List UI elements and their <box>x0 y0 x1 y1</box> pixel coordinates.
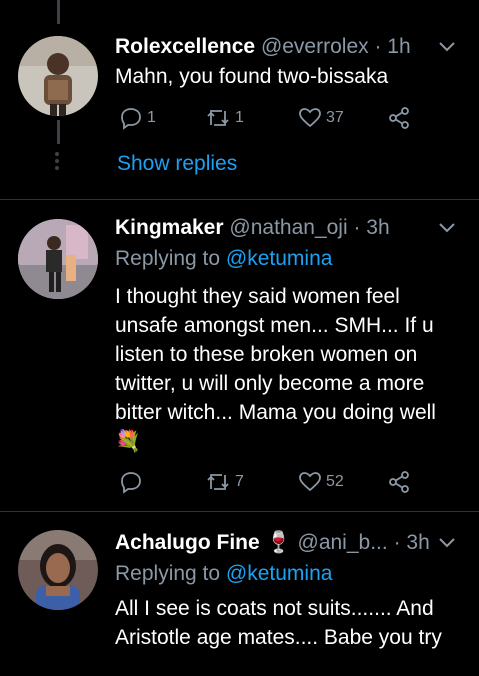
thread-line <box>57 0 60 24</box>
heart-icon <box>299 108 321 128</box>
reply-icon <box>121 108 141 130</box>
retweet-count: 1 <box>235 109 244 126</box>
display-name[interactable]: Achalugo Fine 🍷 <box>115 531 292 554</box>
replying-to-handle[interactable]: @ketumina <box>226 247 333 270</box>
like-button[interactable]: 52 <box>298 468 344 496</box>
share-button[interactable] <box>387 104 411 132</box>
replying-to: Replying to @ketumina <box>115 245 332 273</box>
share-icon <box>389 107 409 129</box>
reply-count: 1 <box>147 109 156 126</box>
tweet-1[interactable]: Rolexcellence @everrolex · 1h Mahn, you … <box>0 0 479 200</box>
retweet-icon <box>207 474 229 490</box>
share-icon <box>389 471 409 493</box>
tweet-header: Kingmaker @nathan_oji · 3h <box>115 214 463 242</box>
replying-prefix: Replying to <box>115 562 221 585</box>
heart-icon <box>299 472 321 492</box>
handle[interactable]: @ani_b... <box>298 531 388 554</box>
tweet-text: All I see is coats not suits....... And … <box>115 597 442 649</box>
reply-button[interactable] <box>119 468 143 496</box>
like-count: 52 <box>326 473 344 490</box>
tweet-text: Mahn, you found two-bissaka <box>115 65 389 88</box>
tweet-header: Rolexcellence @everrolex · 1h <box>115 33 463 61</box>
thread-dots <box>55 152 59 173</box>
like-count: 37 <box>326 109 344 126</box>
avatar[interactable] <box>18 530 98 610</box>
tweet-2[interactable]: Kingmaker @nathan_oji · 3h Replying to @… <box>0 200 479 510</box>
like-button[interactable]: 37 <box>298 104 344 132</box>
replying-to-handle[interactable]: @ketumina <box>226 562 333 585</box>
avatar[interactable] <box>18 219 98 299</box>
share-button[interactable] <box>387 468 411 496</box>
reply-button[interactable]: 1 <box>119 104 156 132</box>
retweet-button[interactable]: 7 <box>205 468 244 496</box>
timestamp[interactable]: · 1h <box>374 35 410 58</box>
tweet-actions: 1 1 37 <box>115 104 415 132</box>
replying-prefix: Replying to <box>115 247 221 270</box>
tweet-actions: 7 52 <box>115 468 415 496</box>
retweet-button[interactable]: 1 <box>205 104 244 132</box>
retweet-icon <box>207 110 229 126</box>
avatar[interactable] <box>18 36 98 116</box>
chevron-down-icon[interactable] <box>437 33 457 61</box>
thread-line <box>57 120 60 144</box>
handle[interactable]: @nathan_oji <box>229 216 347 239</box>
chevron-down-icon[interactable] <box>437 214 457 242</box>
replying-to: Replying to @ketumina <box>115 560 332 588</box>
chevron-down-icon[interactable] <box>437 529 457 557</box>
tweet-3[interactable]: Achalugo Fine 🍷 @ani_b... · 3h Replying … <box>0 512 479 676</box>
display-name[interactable]: Kingmaker <box>115 216 224 239</box>
display-name[interactable]: Rolexcellence <box>115 35 255 58</box>
timestamp[interactable]: · 3h <box>394 531 430 554</box>
reply-icon <box>121 472 141 494</box>
timestamp[interactable]: · 3h <box>353 216 389 239</box>
tweet-header: Achalugo Fine 🍷 @ani_b... · 3h <box>115 529 463 557</box>
show-replies-link[interactable]: Show replies <box>117 152 237 176</box>
handle[interactable]: @everrolex <box>261 35 369 58</box>
tweet-text: I thought they said women feel unsafe am… <box>115 285 436 453</box>
retweet-count: 7 <box>235 473 244 490</box>
